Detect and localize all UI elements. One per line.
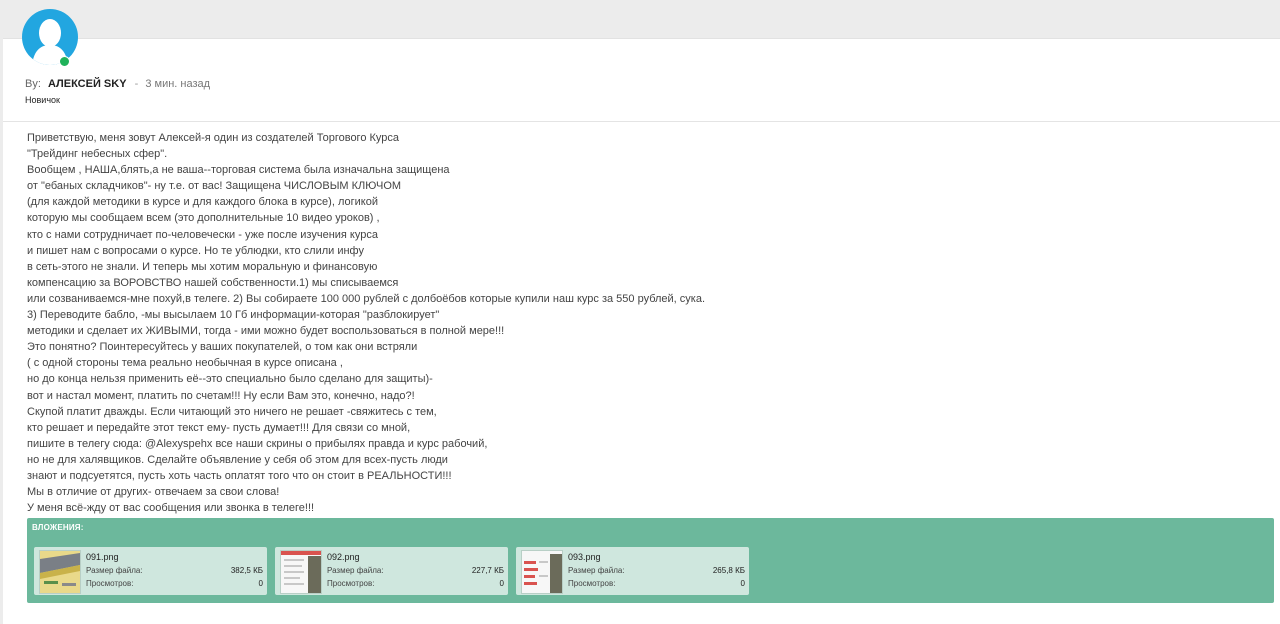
- post-text-line: вот и настал момент, платить по счетам!!…: [27, 389, 415, 402]
- post-text-line: Скупой платит дважды. Если читающий это …: [27, 405, 437, 418]
- file-size-label: Размер файла:: [568, 566, 625, 575]
- post-time[interactable]: 3 мин. назад: [145, 78, 210, 90]
- post-text-line: Это понятно? Поинтересуйтесь у ваших пок…: [27, 341, 418, 354]
- post-text-line: кто с нами сотрудничает по-человечески -…: [27, 228, 378, 241]
- post-text-line: но не для халявщиков. Сделайте объявлени…: [27, 453, 448, 466]
- post-text-line: Вообщем , НАША,блять,а не ваша--торговая…: [27, 164, 450, 177]
- header-divider: [3, 121, 1280, 122]
- image-thumbnail-icon: [522, 551, 562, 593]
- post-text-line: У меня всё-жду от вас сообщения или звон…: [27, 502, 315, 515]
- post-text-line: (для каждой методики в курсе и для каждо…: [27, 196, 378, 209]
- attachment-filename[interactable]: 093.png: [568, 552, 601, 562]
- views-label: Просмотров:: [568, 579, 616, 588]
- file-size-label: Размер файла:: [327, 566, 384, 575]
- views-value: 0: [740, 579, 745, 588]
- post-text-line: которую мы сообщаем всем (это дополнител…: [27, 212, 380, 225]
- post-text-line: в сеть-этого не знали. И теперь мы хотим…: [27, 260, 378, 273]
- attachment-thumbnail[interactable]: [39, 550, 81, 594]
- post-text-line: ( с одной стороны тема реально необычная…: [27, 357, 343, 370]
- file-size-label: Размер файла:: [86, 566, 143, 575]
- image-thumbnail-icon: [281, 551, 321, 593]
- separator: -: [134, 78, 139, 90]
- attachment-filename[interactable]: 092.png: [327, 552, 360, 562]
- attachments-panel: ВЛОЖЕНИЯ: 091.png Размер файла: 382,5 КБ…: [27, 518, 1274, 603]
- post-text-line: Приветствую, меня зовут Алексей-я один и…: [27, 132, 400, 144]
- post-text-line: пишите в телегу сюда: @Alexyspehx все на…: [27, 437, 488, 450]
- post-text-line: но до конца нельзя применить её--это спе…: [27, 373, 433, 386]
- user-silhouette-icon: [32, 19, 68, 65]
- post-text-line: Мы в отличие от других- отвечаем за свои…: [27, 486, 280, 499]
- post-text-line: или созваниваемся-мне похуй,в телеге. 2)…: [27, 292, 706, 305]
- avatar[interactable]: [22, 9, 78, 65]
- views-value: 0: [499, 579, 504, 588]
- file-size-value: 382,5 КБ: [230, 566, 263, 575]
- attachment-item[interactable]: 092.png Размер файла: 227,7 КБ Просмотро…: [275, 547, 508, 595]
- file-size-value: 227,7 КБ: [471, 566, 504, 575]
- by-label: By:: [25, 78, 41, 90]
- post-body: Приветствую, меня зовут Алексей-я один и…: [27, 130, 787, 516]
- attachment-item[interactable]: 091.png Размер файла: 382,5 КБ Просмотро…: [34, 547, 267, 595]
- user-rank: Новичок: [25, 95, 60, 105]
- post-text-line: методики и сделает их ЖИВЫМИ, тогда - им…: [27, 325, 505, 338]
- image-thumbnail-icon: [40, 551, 80, 593]
- views-label: Просмотров:: [327, 579, 375, 588]
- author-line: By: АЛЕКСЕЙ SKY - 3 мин. назад: [25, 78, 210, 90]
- author-name-link[interactable]: АЛЕКСЕЙ SKY: [48, 78, 127, 90]
- post-text-line: кто решает и передайте этот текст ему- п…: [27, 421, 411, 434]
- attachment-filename[interactable]: 091.png: [86, 552, 119, 562]
- post-text-line: 3) Переводите бабло, -мы высылаем 10 Гб …: [27, 309, 440, 322]
- views-label: Просмотров:: [86, 579, 134, 588]
- post-text-line: и пишет нам с вопросами о курсе. Но те у…: [27, 244, 364, 257]
- attachment-thumbnail[interactable]: [280, 550, 322, 594]
- post-text-line: знают и подсуетятся, пусть хоть часть оп…: [27, 469, 452, 482]
- online-status-dot: [59, 56, 70, 67]
- post-text-line: "Трейдинг небесных сфер".: [27, 148, 168, 161]
- views-value: 0: [258, 579, 263, 588]
- attachment-item[interactable]: 093.png Размер файла: 265,8 КБ Просмотро…: [516, 547, 749, 595]
- file-size-value: 265,8 КБ: [712, 566, 745, 575]
- attachments-title: ВЛОЖЕНИЯ:: [32, 523, 84, 532]
- post-text-line: компенсацию за ВОРОВСТВО нашей собственн…: [27, 276, 399, 289]
- post-text-line: от "ебаных складчиков"- ну т.е. от вас! …: [27, 180, 402, 193]
- attachment-thumbnail[interactable]: [521, 550, 563, 594]
